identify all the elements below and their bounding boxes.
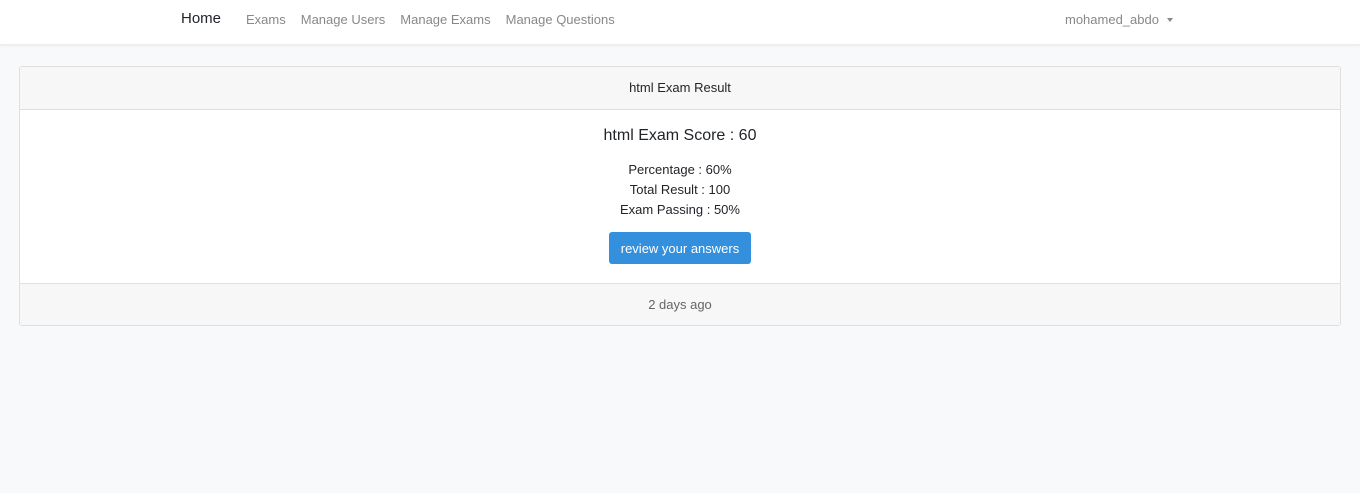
card-header: html Exam Result: [20, 67, 1340, 110]
card-body: html Exam Score : 60 Percentage : 60% To…: [20, 110, 1340, 283]
score-title: html Exam Score : 60: [603, 127, 757, 144]
exam-result-card: html Exam Result html Exam Score : 60 Pe…: [19, 66, 1341, 326]
caret-down-icon: [1166, 18, 1173, 22]
review-answers-button[interactable]: review your answers: [609, 232, 751, 264]
percentage-text: Percentage : 60%: [628, 162, 732, 177]
nav-link-manage-questions[interactable]: Manage Questions: [506, 12, 615, 27]
nav-link-manage-users[interactable]: Manage Users: [301, 12, 386, 27]
user-name: mohamed_abdo: [1065, 12, 1159, 27]
exam-passing-text: Exam Passing : 50%: [620, 202, 740, 217]
nav-link-manage-exams[interactable]: Manage Exams: [400, 12, 490, 27]
total-result-text: Total Result : 100: [629, 182, 731, 197]
nav-link-exams[interactable]: Exams: [246, 12, 286, 27]
top-navbar: Home Exams Manage Users Manage Exams Man…: [0, 0, 1360, 45]
home-link[interactable]: Home: [181, 10, 221, 27]
nav-links: Exams Manage Users Manage Exams Manage Q…: [246, 12, 630, 27]
user-dropdown[interactable]: mohamed_abdo: [1065, 12, 1173, 27]
result-stats: Percentage : 60% Total Result : 100 Exam…: [20, 160, 1340, 220]
card-footer-timestamp: 2 days ago: [20, 283, 1340, 325]
